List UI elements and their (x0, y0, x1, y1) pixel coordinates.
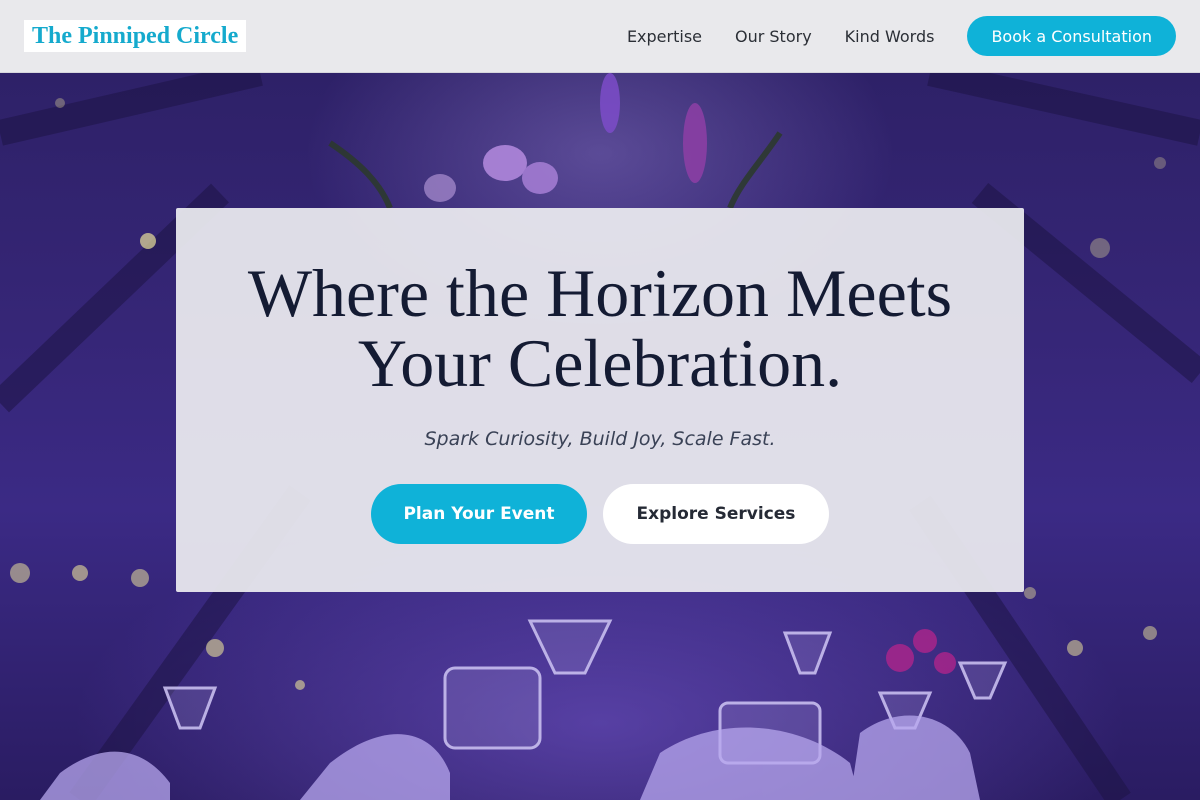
hero-title: Where the Horizon Meets Your Celebration… (247, 255, 953, 401)
nav-link-our-story[interactable]: Our Story (735, 27, 812, 46)
book-consultation-button[interactable]: Book a Consultation (967, 16, 1176, 56)
hero-section: Where the Horizon Meets Your Celebration… (0, 73, 1200, 800)
site-header: The Pinniped Circle Expertise Our Story … (0, 0, 1200, 73)
hero-card: Where the Horizon Meets Your Celebration… (176, 208, 1024, 592)
nav-link-kind-words[interactable]: Kind Words (845, 27, 935, 46)
hero-subtitle: Spark Curiosity, Build Joy, Scale Fast. (424, 428, 776, 450)
plan-event-button[interactable]: Plan Your Event (371, 484, 587, 544)
explore-services-button[interactable]: Explore Services (603, 484, 829, 544)
main-nav: Expertise Our Story Kind Words Book a Co… (627, 16, 1176, 56)
nav-link-expertise[interactable]: Expertise (627, 27, 702, 46)
brand-logo[interactable]: The Pinniped Circle (24, 20, 247, 52)
hero-actions: Plan Your Event Explore Services (371, 484, 829, 544)
